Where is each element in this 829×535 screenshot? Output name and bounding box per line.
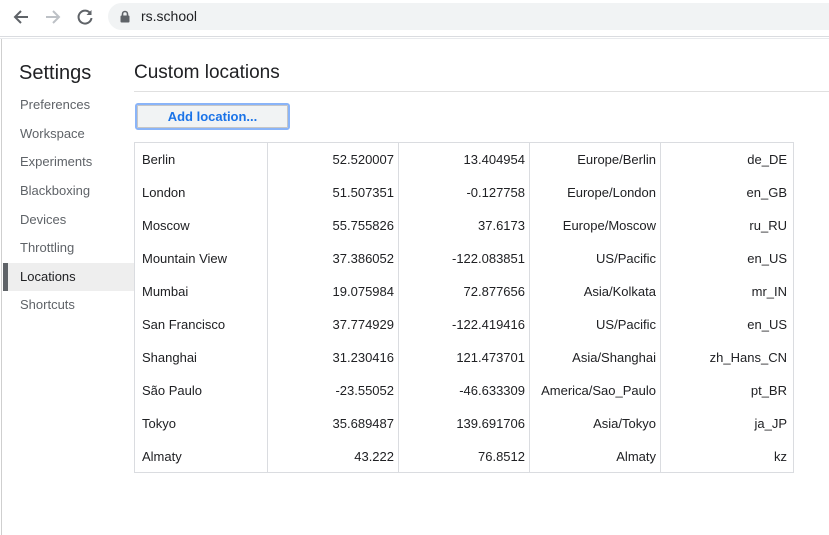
title-divider: [134, 91, 829, 92]
toolbar-divider: [0, 36, 829, 37]
back-button[interactable]: [10, 6, 32, 28]
locale-cell: en_US: [747, 251, 787, 266]
sidebar-item-throttling[interactable]: Throttling: [3, 234, 134, 262]
longitude-cell: -122.419416: [451, 317, 525, 332]
latitude-cell: 52.520007: [332, 152, 394, 167]
longitude-cell: 72.877656: [463, 284, 525, 299]
table-row[interactable]: London 51.507351 -0.127758 Europe/London en_…: [135, 176, 793, 209]
timezone-cell: America/Sao_Paulo: [541, 383, 656, 398]
location-name-cell: Berlin: [142, 152, 176, 167]
longitude-cell: -46.633309: [459, 383, 525, 398]
table-row[interactable]: Berlin 52.520007 13.404954 Europe/Berlin de_…: [135, 143, 793, 176]
latitude-cell: 37.774929: [332, 317, 394, 332]
browser-toolbar: rs.school: [0, 0, 829, 33]
longitude-cell: 76.8512: [478, 449, 525, 464]
latitude-cell: 37.386052: [332, 251, 394, 266]
location-name-cell: Almaty: [142, 449, 182, 464]
timezone-cell: Almaty: [616, 449, 656, 464]
longitude-cell: 121.473701: [456, 350, 525, 365]
sidebar-item-devices[interactable]: Devices: [3, 206, 134, 234]
location-name-cell: Shanghai: [142, 350, 197, 365]
latitude-cell: 51.507351: [332, 185, 394, 200]
table-row[interactable]: Mumbai 19.075984 72.877656 Asia/Kolkata mr_I…: [135, 275, 793, 308]
location-name-cell: London: [142, 185, 186, 200]
locale-cell: zh_Hans_CN: [709, 350, 787, 365]
locale-cell: de_DE: [747, 152, 787, 167]
latitude-cell: 35.689487: [332, 416, 394, 431]
timezone-cell: Europe/Moscow: [562, 218, 656, 233]
location-name-cell: São Paulo: [142, 383, 202, 398]
latitude-cell: 43.222: [354, 449, 394, 464]
latitude-cell: -23.55052: [335, 383, 394, 398]
timezone-cell: US/Pacific: [596, 251, 656, 266]
latitude-cell: 55.755826: [332, 218, 394, 233]
location-name-cell: Mountain View: [142, 251, 228, 266]
forward-button[interactable]: [42, 6, 64, 28]
table-row[interactable]: Tokyo 35.689487 139.691706 Asia/Tokyo ja_JP: [135, 407, 793, 440]
timezone-cell: Europe/London: [567, 185, 656, 200]
url-text: rs.school: [141, 8, 198, 24]
table-row[interactable]: Shanghai 31.230416 121.473701 Asia/Shanghai…: [135, 341, 793, 374]
sidebar-item-preferences[interactable]: Preferences: [3, 91, 134, 119]
longitude-cell: 37.6173: [478, 218, 525, 233]
table-row[interactable]: Mountain View 37.386052 -122.083851 US/Paci…: [135, 242, 793, 275]
locale-cell: en_US: [747, 317, 787, 332]
table-row[interactable]: Moscow 55.755826 37.6173 Europe/Moscow ru_RU: [135, 209, 793, 242]
sidebar-item-workspace[interactable]: Workspace: [3, 120, 134, 148]
timezone-cell: Asia/Kolkata: [583, 284, 656, 299]
locale-cell: mr_IN: [751, 284, 787, 299]
location-name-cell: Tokyo: [142, 416, 176, 431]
longitude-cell: -122.083851: [451, 251, 525, 266]
location-name-cell: Moscow: [142, 218, 190, 233]
sidebar-item-locations[interactable]: Locations: [3, 263, 134, 291]
toolbar-divider-shadow: [0, 38, 829, 39]
locale-cell: en_GB: [746, 185, 787, 200]
sidebar-item-experiments[interactable]: Experiments: [3, 148, 134, 176]
devtools-frame-edge: [1, 39, 2, 535]
sidebar-item-shortcuts[interactable]: Shortcuts: [3, 291, 134, 319]
address-bar[interactable]: rs.school: [108, 3, 829, 30]
locale-cell: ru_RU: [749, 218, 787, 233]
timezone-cell: US/Pacific: [596, 317, 656, 332]
settings-title: Settings: [19, 62, 92, 84]
longitude-cell: -0.127758: [466, 185, 525, 200]
longitude-cell: 13.404954: [463, 152, 525, 167]
reload-icon: [77, 9, 93, 25]
latitude-cell: 19.075984: [332, 284, 394, 299]
reload-button[interactable]: [74, 6, 96, 28]
page-title: Custom locations: [134, 62, 280, 83]
locale-cell: ja_JP: [754, 416, 787, 431]
table-row[interactable]: Almaty 43.222 76.8512 Almaty kz: [135, 440, 793, 473]
add-location-button[interactable]: Add location...: [135, 103, 290, 130]
locale-cell: pt_BR: [750, 383, 787, 398]
arrow-right-icon: [46, 10, 61, 24]
table-row[interactable]: San Francisco 37.774929 -122.419416 US/Paci…: [135, 308, 793, 341]
timezone-cell: Asia/Tokyo: [593, 416, 656, 431]
timezone-cell: Asia/Shanghai: [572, 350, 656, 365]
locations-table: Berlin 52.520007 13.404954 Europe/Berlin de_…: [134, 142, 794, 473]
latitude-cell: 31.230416: [332, 350, 394, 365]
sidebar-item-blackboxing[interactable]: Blackboxing: [3, 177, 134, 205]
arrow-left-icon: [13, 10, 28, 24]
lock-icon: [120, 10, 130, 23]
location-name-cell: San Francisco: [142, 317, 226, 332]
longitude-cell: 139.691706: [456, 416, 525, 431]
timezone-cell: Europe/Berlin: [577, 152, 656, 167]
location-name-cell: Mumbai: [142, 284, 189, 299]
table-row[interactable]: São Paulo -23.55052 -46.633309 America/Sao_…: [135, 374, 793, 407]
locale-cell: kz: [774, 449, 787, 464]
